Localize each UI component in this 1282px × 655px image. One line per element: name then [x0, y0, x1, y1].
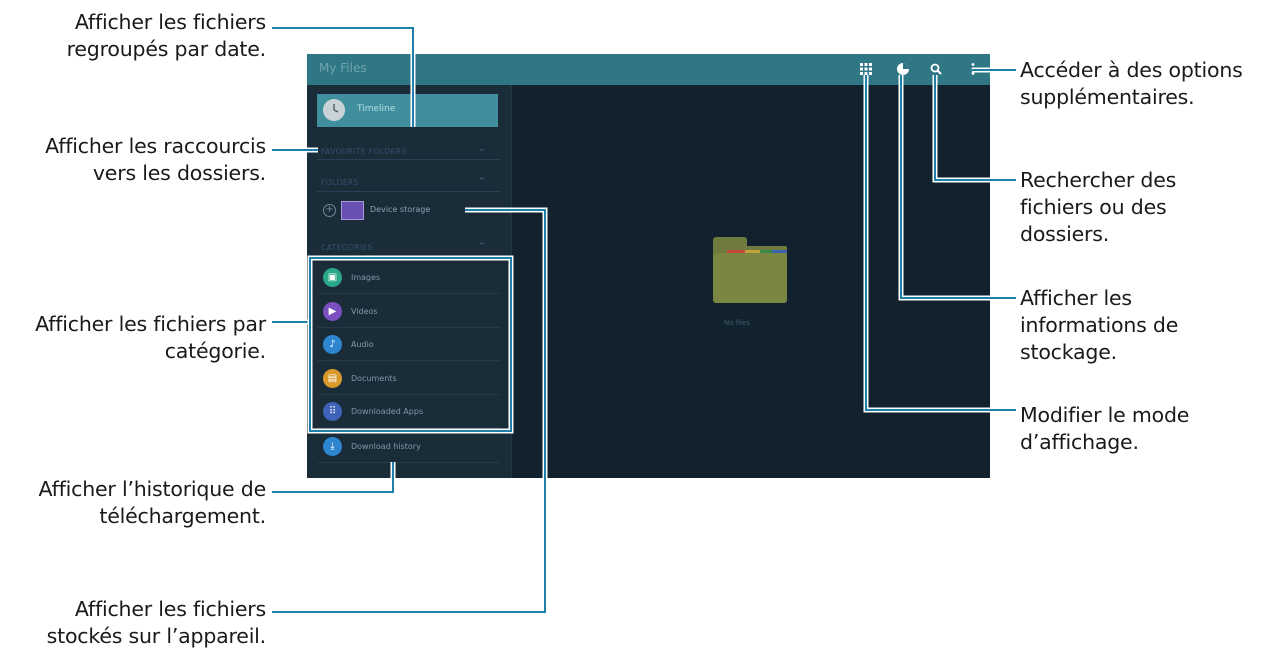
callout-text: téléchargement.	[99, 504, 266, 528]
callout-timeline: Afficher les fichiers regroupés par date…	[66, 9, 267, 63]
leader-device-halo	[272, 207, 548, 615]
callout-history: Afficher l’historique de téléchargement.	[39, 476, 267, 530]
leader-history-halo	[272, 462, 396, 495]
callout-text: d’affichage.	[1020, 430, 1139, 454]
leader-storage	[900, 75, 1016, 299]
callout-text: stockés sur l’appareil.	[46, 624, 267, 648]
callout-text: regroupés par date.	[66, 37, 267, 61]
leader-timeline	[272, 27, 414, 127]
callout-search: Rechercher des fichiers ou des dossiers.	[1020, 167, 1176, 248]
leader-search-halo	[932, 75, 1016, 183]
leader-search	[934, 75, 1016, 181]
callout-text: stockage.	[1020, 340, 1117, 364]
leader-timeline-halo	[272, 25, 416, 127]
callout-text: dossiers.	[1020, 222, 1110, 246]
leader-history	[272, 462, 394, 493]
callout-text: vers les dossiers.	[92, 161, 266, 185]
callout-text: Afficher les	[1020, 286, 1132, 310]
callout-storage-info: Afficher les informations de stockage.	[1020, 285, 1178, 366]
callout-categories: Afficher les fichiers par catégorie.	[35, 311, 266, 365]
categories-highlight-halo	[307, 255, 514, 434]
callout-text: Afficher les fichiers	[74, 597, 266, 621]
callout-view-mode: Modifier le mode d’affichage.	[1020, 402, 1189, 456]
callout-text: Accéder à des options	[1020, 58, 1243, 82]
callout-text: supplémentaires.	[1020, 85, 1195, 109]
callout-text: fichiers ou des	[1020, 195, 1167, 219]
callout-text: Afficher les fichiers par	[35, 312, 266, 336]
callout-text: Afficher les fichiers	[74, 10, 266, 34]
callout-text: Modifier le mode	[1020, 403, 1190, 427]
callout-text: Afficher l’historique de	[38, 477, 267, 501]
callout-text: Rechercher des	[1020, 168, 1177, 192]
leader-device	[272, 209, 546, 613]
callout-text: informations de	[1020, 313, 1179, 337]
callout-text: Afficher les raccourcis	[45, 134, 266, 158]
callout-more-options: Accéder à des options supplémentaires.	[1020, 57, 1243, 111]
leader-view-mode-halo	[863, 75, 1016, 413]
callout-text: catégorie.	[164, 339, 266, 363]
callout-shortcuts: Afficher les raccourcis vers les dossier…	[45, 133, 266, 187]
leader-view-mode	[865, 75, 1016, 411]
categories-highlight-box	[309, 257, 512, 432]
leader-storage-halo	[898, 75, 1016, 301]
callout-device-storage: Afficher les fichiers stockés sur l’appa…	[46, 596, 267, 650]
